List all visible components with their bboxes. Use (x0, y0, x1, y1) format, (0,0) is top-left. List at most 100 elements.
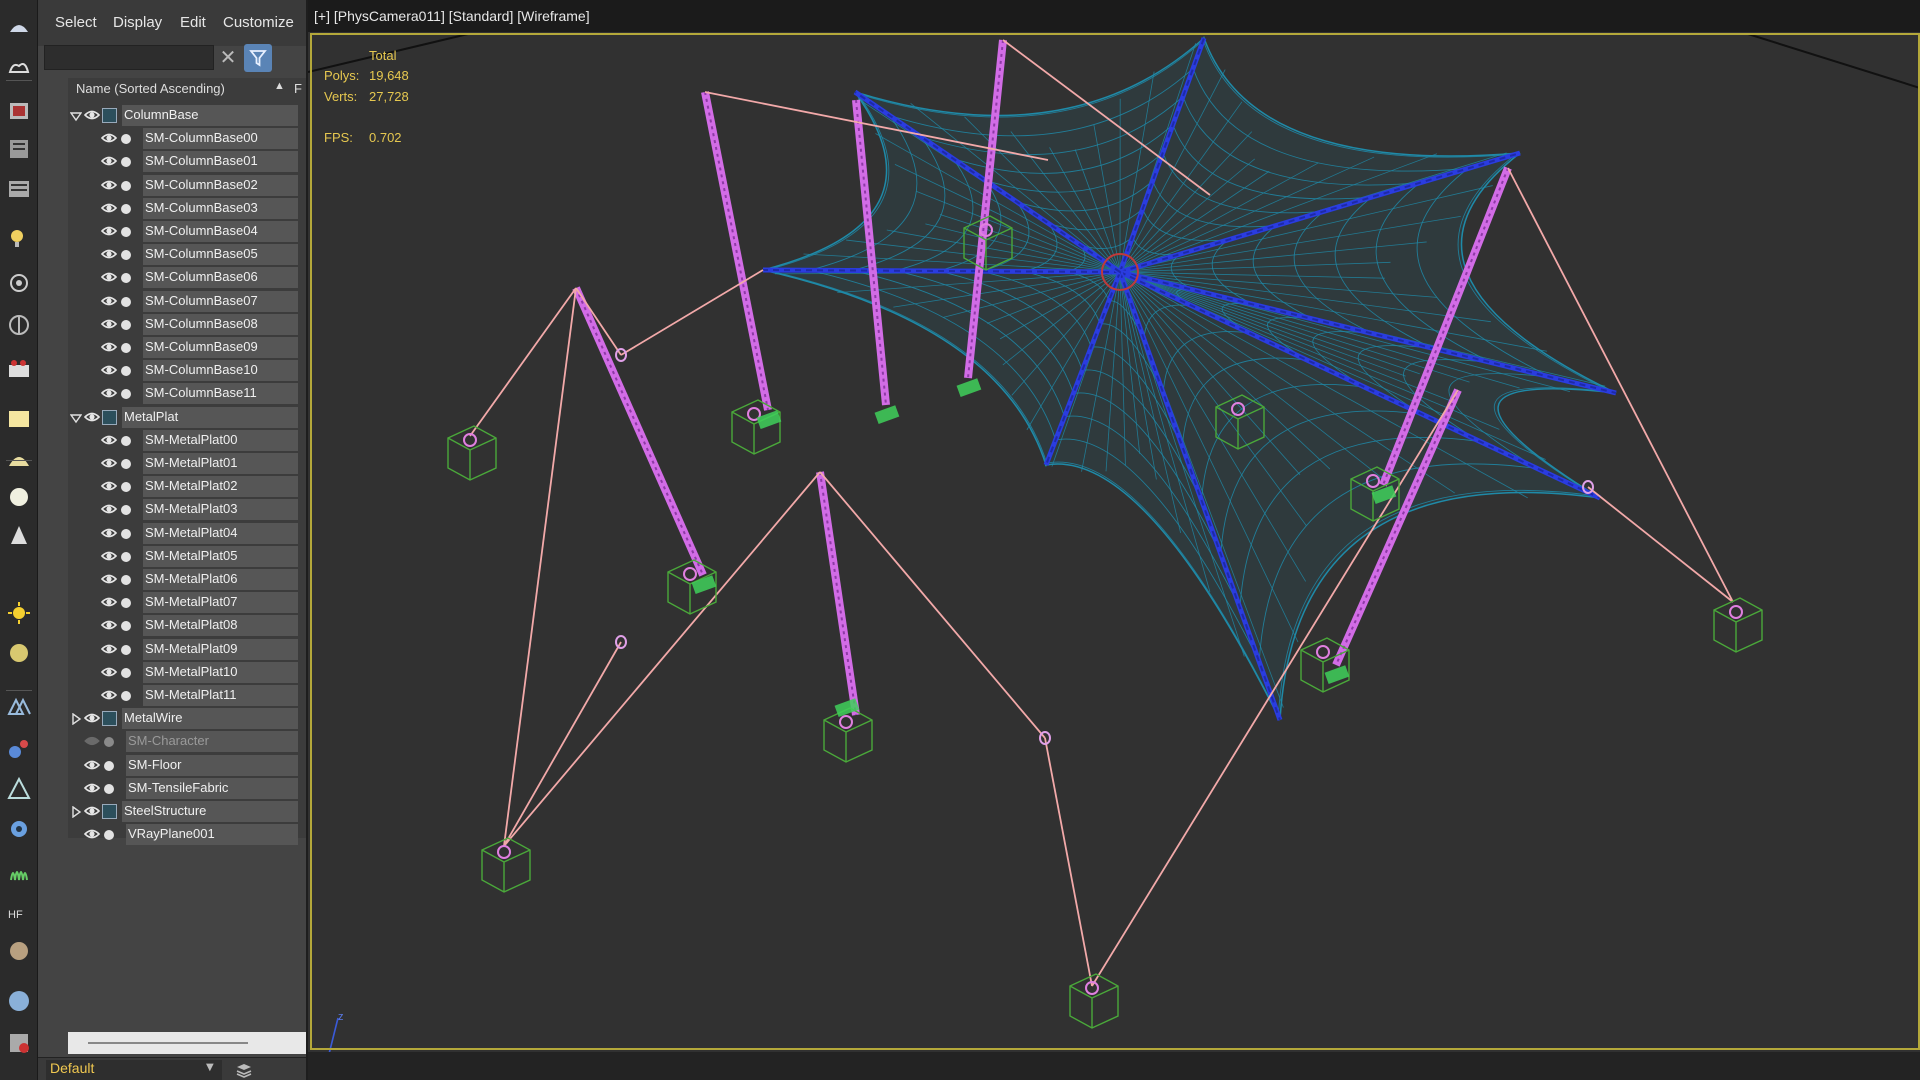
visibility-eye-icon[interactable] (100, 664, 118, 680)
object-row[interactable]: VRayPlane001 (68, 823, 298, 846)
ball-icon[interactable] (6, 640, 32, 666)
layer-row[interactable]: MetalWire (68, 707, 298, 730)
visibility-eye-icon[interactable] (100, 362, 118, 378)
object-row[interactable]: SM-Floor (68, 754, 298, 777)
menu-select[interactable]: Select (55, 14, 97, 31)
layer-row[interactable]: SteelStructure (68, 800, 298, 823)
object-row[interactable]: SM-MetalPlat01 (68, 452, 298, 475)
layers-icon[interactable] (234, 1060, 254, 1080)
visibility-eye-icon[interactable] (83, 803, 101, 819)
object-row[interactable]: SM-MetalPlat06 (68, 568, 298, 591)
list-icon[interactable] (6, 176, 32, 202)
visibility-eye-icon[interactable] (100, 641, 118, 657)
visibility-eye-icon[interactable] (100, 385, 118, 401)
visibility-eye-icon[interactable] (83, 107, 101, 123)
search-input[interactable] (44, 45, 214, 70)
clear-search-icon[interactable]: ✕ (218, 47, 238, 67)
shapes-icon[interactable] (6, 56, 32, 82)
visibility-eye-icon[interactable] (100, 478, 118, 494)
visibility-eye-icon[interactable] (83, 780, 101, 796)
name-column-header[interactable]: Name (Sorted Ascending) ▲ F (68, 78, 302, 100)
object-row[interactable]: SM-ColumnBase03 (68, 197, 298, 220)
object-row[interactable]: SM-MetalPlat08 (68, 614, 298, 637)
layer-row[interactable]: MetalPlat (68, 406, 298, 429)
visibility-eye-icon[interactable] (100, 501, 118, 517)
object-row[interactable]: SM-MetalPlat05 (68, 545, 298, 568)
object-row[interactable]: SM-ColumnBase00 (68, 127, 298, 150)
camera-rig-icon[interactable] (6, 270, 32, 296)
layer-dropdown[interactable]: Default (46, 1060, 222, 1080)
explorer-scroll-slider[interactable] (68, 1032, 306, 1054)
viewport-label[interactable]: [+] [PhysCamera011] [Standard] [Wirefram… (314, 8, 590, 24)
bulb-icon[interactable] (6, 226, 32, 252)
menu-customize[interactable]: Customize (223, 14, 294, 31)
visibility-eye-icon[interactable] (100, 594, 118, 610)
visibility-eye-icon[interactable] (100, 548, 118, 564)
object-row[interactable]: SM-MetalPlat07 (68, 591, 298, 614)
object-row[interactable]: SM-ColumnBase06 (68, 266, 298, 289)
image-icon[interactable] (6, 98, 32, 124)
render-icon[interactable] (6, 1030, 32, 1056)
gear-icon[interactable] (6, 816, 32, 842)
filter-button[interactable] (244, 44, 272, 72)
visibility-eye-icon[interactable] (100, 177, 118, 193)
object-row[interactable]: SM-ColumnBase05 (68, 243, 298, 266)
visibility-eye-icon[interactable] (100, 130, 118, 146)
collapse-arrow-icon[interactable] (69, 110, 83, 122)
object-row[interactable]: SM-MetalPlat11 (68, 684, 298, 707)
visibility-eye-icon[interactable] (100, 455, 118, 471)
tripod-icon[interactable] (6, 776, 32, 802)
menu-display[interactable]: Display (113, 14, 162, 31)
object-row[interactable]: SM-ColumnBase11 (68, 382, 298, 405)
layer-row[interactable]: ColumnBase (68, 104, 298, 127)
visibility-eye-icon[interactable] (100, 153, 118, 169)
grid-icon[interactable] (6, 694, 32, 720)
viewport[interactable]: zyx [+] [PhysCamera011] [Standard] [Wire… (308, 0, 1920, 1080)
scene-icon[interactable] (6, 136, 32, 162)
grass-icon[interactable] (6, 858, 32, 884)
visibility-eye-icon[interactable] (100, 687, 118, 703)
visibility-eye-icon[interactable] (100, 316, 118, 332)
sun-icon[interactable] (6, 600, 32, 626)
dome-icon[interactable] (6, 446, 32, 472)
object-row[interactable]: SM-MetalPlat04 (68, 522, 298, 545)
visibility-eye-icon[interactable] (100, 269, 118, 285)
create-icon[interactable] (6, 14, 32, 40)
expand-arrow-icon[interactable] (70, 805, 82, 819)
helper-icon[interactable] (6, 312, 32, 338)
particle-icon[interactable] (6, 736, 32, 762)
visibility-eye-icon[interactable] (100, 617, 118, 633)
visibility-eye-icon[interactable] (100, 525, 118, 541)
object-row[interactable]: SM-MetalPlat10 (68, 661, 298, 684)
object-row[interactable]: SM-Character (68, 730, 298, 753)
visibility-eye-icon[interactable] (100, 339, 118, 355)
object-row[interactable]: SM-MetalPlat02 (68, 475, 298, 498)
object-row[interactable]: SM-ColumnBase02 (68, 174, 298, 197)
object-row[interactable]: SM-ColumnBase01 (68, 150, 298, 173)
chevron-down-icon[interactable]: ▼ (206, 1062, 214, 1073)
visibility-eye-icon[interactable] (83, 409, 101, 425)
object-row[interactable]: SM-MetalPlat03 (68, 498, 298, 521)
visibility-eye-icon[interactable] (100, 571, 118, 587)
object-row[interactable]: SM-TensileFabric (68, 777, 298, 800)
object-row[interactable]: SM-ColumnBase07 (68, 290, 298, 313)
light-icon[interactable] (6, 522, 32, 548)
visibility-eye-icon[interactable] (100, 223, 118, 239)
visibility-eye-icon[interactable] (83, 710, 101, 726)
visibility-eye-icon[interactable] (100, 200, 118, 216)
texture-icon[interactable] (6, 938, 32, 964)
menu-edit[interactable]: Edit (180, 14, 206, 31)
expand-arrow-icon[interactable] (70, 712, 82, 726)
film-icon[interactable] (6, 356, 32, 382)
object-row[interactable]: SM-MetalPlat09 (68, 638, 298, 661)
hair-icon[interactable]: HF (6, 898, 32, 924)
sphere-icon[interactable] (6, 484, 32, 510)
collapse-arrow-icon[interactable] (69, 412, 83, 424)
object-row[interactable]: SM-ColumnBase08 (68, 313, 298, 336)
visibility-eye-icon[interactable] (100, 293, 118, 309)
visibility-eye-icon[interactable] (83, 826, 101, 842)
visibility-eye-icon[interactable] (100, 246, 118, 262)
hidden-eye-icon[interactable] (84, 733, 100, 749)
material-sphere-icon[interactable] (6, 988, 32, 1014)
object-row[interactable]: SM-MetalPlat00 (68, 429, 298, 452)
